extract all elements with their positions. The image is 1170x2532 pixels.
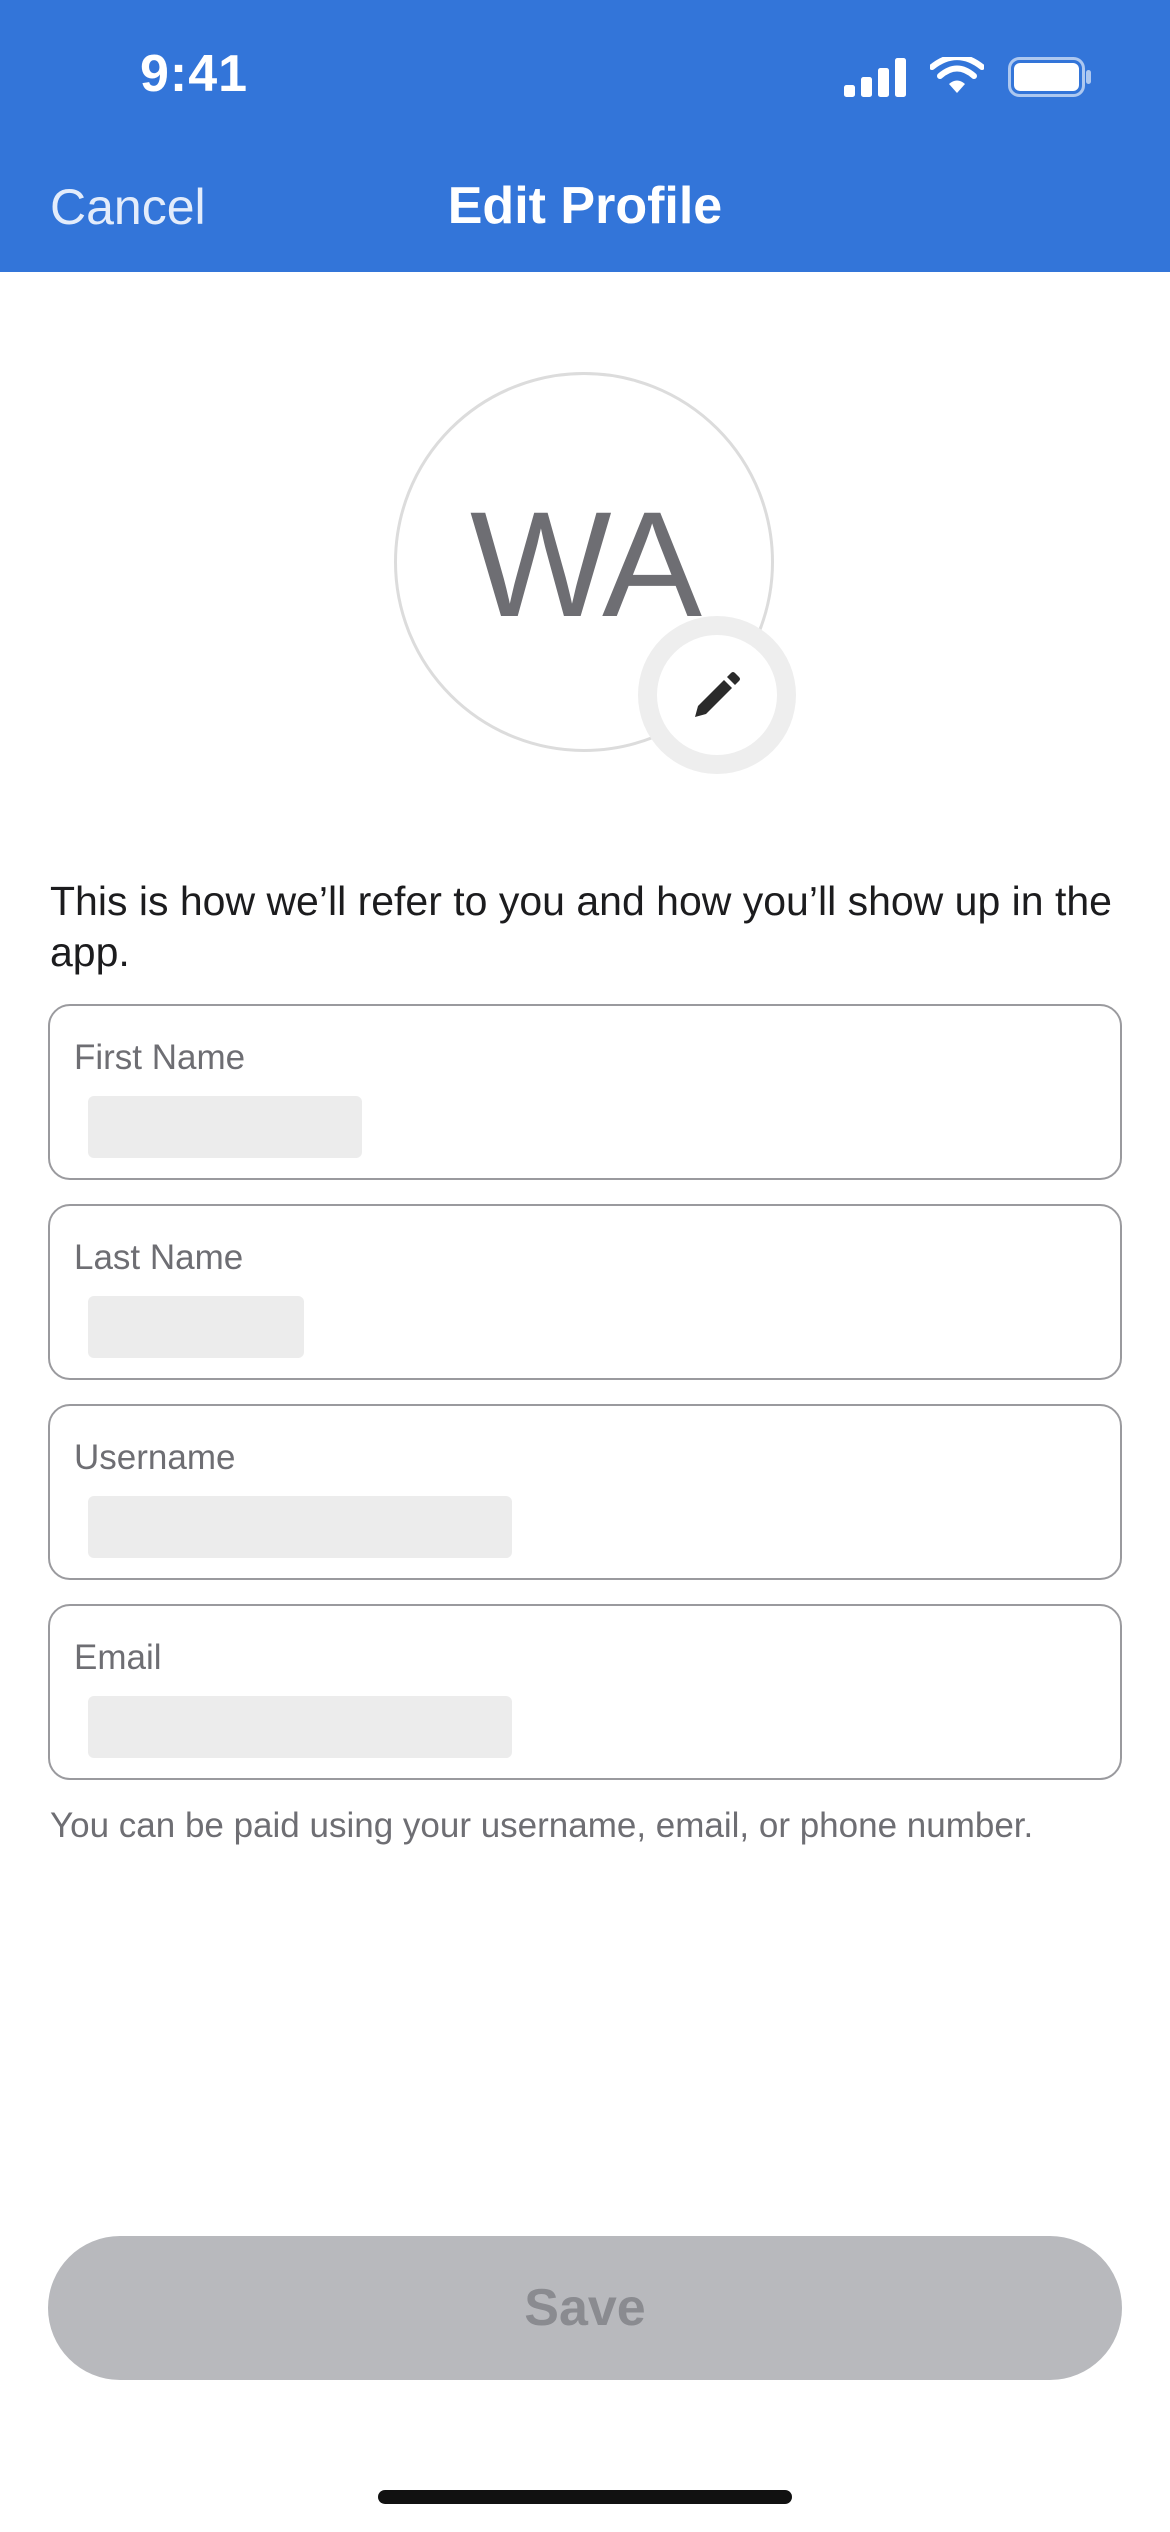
last-name-label: Last Name [74, 1238, 244, 1277]
header-bar: 9:41 Cancel Edit Profile [0, 0, 1170, 272]
edit-profile-screen: 9:41 Cancel Edit Profile WA This is how … [0, 0, 1170, 2532]
save-button[interactable]: Save [48, 2236, 1122, 2380]
first-name-label: First Name [74, 1038, 246, 1077]
home-indicator [378, 2490, 792, 2504]
wifi-icon [930, 57, 984, 93]
first-name-input[interactable] [88, 1096, 362, 1158]
email-input[interactable] [88, 1696, 512, 1758]
status-icons [844, 52, 1092, 102]
first-name-field[interactable]: First Name [48, 1004, 1122, 1180]
edit-avatar-button[interactable] [638, 616, 796, 774]
last-name-input[interactable] [88, 1296, 304, 1358]
avatar-initials: WA [469, 479, 702, 648]
pencil-icon [695, 672, 740, 717]
email-label: Email [74, 1638, 162, 1677]
email-field[interactable]: Email [48, 1604, 1122, 1780]
username-label: Username [74, 1438, 236, 1477]
status-time: 9:41 [140, 45, 249, 103]
intro-text: This is how we’ll refer to you and how y… [50, 878, 1112, 975]
last-name-field[interactable]: Last Name [48, 1204, 1122, 1380]
username-field[interactable]: Username [48, 1404, 1122, 1580]
cellular-signal-icon [844, 58, 906, 97]
payment-hint-text: You can be paid using your username, ema… [50, 1806, 1034, 1845]
cancel-button[interactable]: Cancel [50, 178, 206, 236]
edit-avatar-button-inner [657, 635, 777, 755]
username-input[interactable] [88, 1496, 512, 1558]
battery-icon [1008, 57, 1091, 97]
